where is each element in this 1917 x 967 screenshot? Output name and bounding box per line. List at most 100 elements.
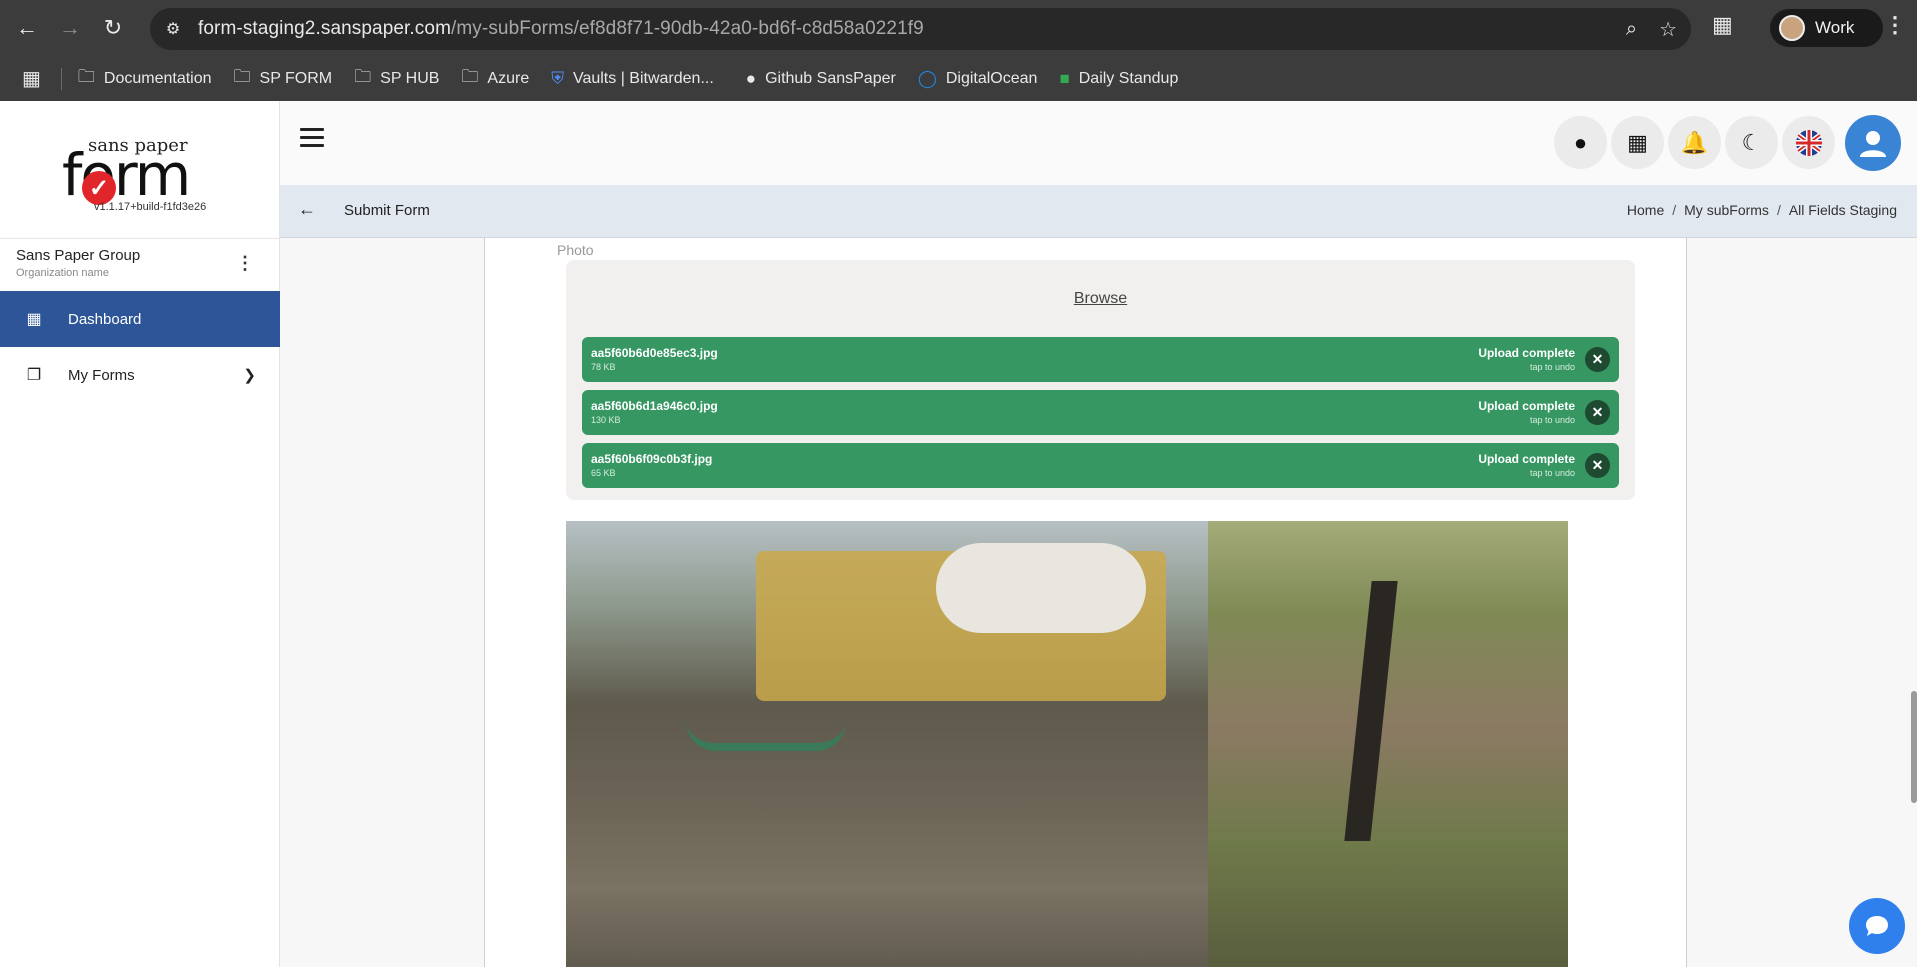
bookmark-bitwarden[interactable]: ⛨ Vaults | Bitwarden... <box>551 69 714 89</box>
undo-hint[interactable]: tap to undo <box>1530 415 1575 425</box>
page-header-bar: ← Submit Form Home / My subForms / All F… <box>280 185 1917 238</box>
documents-icon: ❐ <box>26 367 42 384</box>
folder-icon: 🗀 <box>461 67 479 86</box>
folder-icon: 🗀 <box>354 67 372 86</box>
undo-hint[interactable]: tap to undo <box>1530 362 1575 372</box>
remove-file-close-icon[interactable]: ✕ <box>1585 400 1610 425</box>
kebab-menu-icon[interactable]: ⋮ <box>236 253 254 274</box>
bookmark-label: Azure <box>487 69 530 87</box>
url-text[interactable]: form-staging2.sanspaper.com/my-subForms/… <box>198 18 924 40</box>
uploaded-file-item: aa5f60b6d1a946c0.jpg 130 KB Upload compl… <box>582 390 1619 435</box>
sidebar-item-label: Dashboard <box>68 310 142 328</box>
bookmark-documentation[interactable]: 🗀 Documentation <box>78 64 212 93</box>
page-scrollbar[interactable] <box>1911 691 1917 803</box>
breadcrumb-home[interactable]: Home <box>1627 202 1664 218</box>
site-settings-icon[interactable]: ⚙ <box>156 12 190 46</box>
hamburger-menu-icon[interactable] <box>300 128 324 148</box>
browser-menu-icon[interactable]: ⋮ <box>1884 12 1906 38</box>
reload-icon[interactable]: ↻ <box>97 12 129 44</box>
extensions-icon[interactable]: ▦ <box>1712 12 1733 38</box>
undo-hint[interactable]: tap to undo <box>1530 468 1575 478</box>
browse-link[interactable]: Browse <box>566 290 1635 308</box>
apps-grid-icon[interactable]: ▦ <box>1611 116 1664 169</box>
url-host: form-staging2.sanspaper.com <box>198 18 451 39</box>
language-flag-icon[interactable] <box>1782 116 1835 169</box>
file-name: aa5f60b6f09c0b3f.jpg <box>591 452 713 466</box>
github-icon: ● <box>745 68 757 88</box>
browser-toolbar: ← → ↻ ⚙ form-staging2.sanspaper.com/my-s… <box>0 0 1917 56</box>
photo-trench-shape <box>1344 581 1398 841</box>
organization-switcher: Sans Paper Group Organization name ⋮ <box>0 238 280 291</box>
dark-mode-moon-icon[interactable]: ☾ <box>1725 116 1778 169</box>
bookmark-star-icon[interactable]: ☆ <box>1659 17 1677 42</box>
checkmark-icon: ✓ <box>82 171 116 205</box>
apps-grid-icon[interactable]: ▦ <box>22 66 41 91</box>
breadcrumb-separator: / <box>1776 202 1781 218</box>
breadcrumb-separator: / <box>1672 202 1677 218</box>
logo-wordmark: form <box>62 141 191 209</box>
profile-button[interactable]: Work <box>1770 9 1883 47</box>
dashboard-grid-icon: ▦ <box>26 311 42 328</box>
chat-bubble-icon[interactable]: ● <box>1554 116 1607 169</box>
photo-preview-trench <box>1208 521 1568 967</box>
uploaded-file-item: aa5f60b6f09c0b3f.jpg 65 KB Upload comple… <box>582 443 1619 488</box>
bitwarden-icon: ⛨ <box>551 68 564 88</box>
zoom-icon[interactable]: ⌕ <box>1626 18 1637 41</box>
folder-icon: 🗀 <box>77 67 95 86</box>
back-arrow-icon[interactable]: ← <box>11 12 43 44</box>
bookmarks-separator <box>60 67 62 90</box>
forward-arrow-icon[interactable]: → <box>54 12 86 44</box>
page-title: Submit Form <box>344 202 430 219</box>
sidebar-item-my-forms[interactable]: ❐ My Forms ❯ <box>0 347 280 403</box>
uploaded-file-item: aa5f60b6d0e85ec3.jpg 78 KB Upload comple… <box>582 337 1619 382</box>
chevron-right-icon: ❯ <box>243 367 256 384</box>
uk-flag-icon <box>1795 129 1822 156</box>
file-name: aa5f60b6d1a946c0.jpg <box>591 399 718 413</box>
photo-field-label: Photo <box>557 242 594 258</box>
bookmark-label: SP HUB <box>380 69 440 87</box>
bookmark-label: Github SansPaper <box>765 69 896 87</box>
bookmark-github[interactable]: ● Github SansPaper <box>746 69 896 89</box>
back-arrow-icon[interactable]: ← <box>298 199 316 220</box>
breadcrumb-my-subforms[interactable]: My subForms <box>1684 202 1769 218</box>
file-name: aa5f60b6d0e85ec3.jpg <box>591 346 718 360</box>
bookmark-label: Vaults | Bitwarden... <box>572 69 714 87</box>
bookmarks-bar: ▦ 🗀 Documentation 🗀 SP FORM 🗀 SP HUB 🗀 Azure… <box>0 56 1917 101</box>
address-bar[interactable]: ⚙ form-staging2.sanspaper.com/my-subForm… <box>150 8 1691 50</box>
sidebar: sans paper form ✓ v1.1.17+build-f1fd3e26… <box>0 101 280 967</box>
user-avatar[interactable] <box>1845 115 1901 171</box>
upload-status: Upload complete <box>1478 399 1575 413</box>
bookmark-label: SP FORM <box>259 69 333 87</box>
bookmark-label: DigitalOcean <box>945 69 1038 87</box>
form-card: Photo Browse aa5f60b6d0e85ec3.jpg 78 KB … <box>484 238 1687 967</box>
bookmark-azure[interactable]: 🗀 Azure <box>461 64 529 93</box>
sidebar-item-label: My Forms <box>68 366 135 384</box>
file-size: 130 KB <box>591 415 621 425</box>
file-upload-dropzone[interactable]: Browse aa5f60b6d0e85ec3.jpg 78 KB Upload… <box>566 260 1635 500</box>
app-header: ● ▦ 🔔 ☾ <box>280 101 1917 185</box>
upload-status: Upload complete <box>1478 452 1575 466</box>
profile-name: Work <box>1815 18 1855 37</box>
bookmark-digitalocean[interactable]: ◯ DigitalOcean <box>918 69 1038 89</box>
file-size: 78 KB <box>591 362 616 372</box>
file-size: 65 KB <box>591 468 616 478</box>
organization-subtitle: Organization name <box>16 267 109 279</box>
support-chat-button[interactable] <box>1849 898 1905 954</box>
bookmark-sp-form[interactable]: 🗀 SP FORM <box>234 64 333 93</box>
app-version: v1.1.17+build-f1fd3e26 <box>94 201 207 213</box>
photo-tank-shape <box>936 543 1146 633</box>
bookmark-label: Documentation <box>103 69 212 87</box>
breadcrumb: Home / My subForms / All Fields Staging <box>1627 202 1897 218</box>
sidebar-item-dashboard[interactable]: ▦ Dashboard <box>0 291 280 347</box>
bookmark-sp-hub[interactable]: 🗀 SP HUB <box>354 64 439 93</box>
notification-bell-icon[interactable]: 🔔 <box>1668 116 1721 169</box>
remove-file-close-icon[interactable]: ✕ <box>1585 453 1610 478</box>
remove-file-close-icon[interactable]: ✕ <box>1585 347 1610 372</box>
photo-preview-drilling-rig <box>566 521 1208 967</box>
upload-status: Upload complete <box>1478 346 1575 360</box>
url-path: /my-subForms/ef8d8f71-90db-42a0-bd6f-c8d… <box>451 18 924 39</box>
app-logo[interactable]: sans paper form ✓ v1.1.17+build-f1fd3e26 <box>60 133 220 213</box>
user-icon <box>1860 131 1886 157</box>
bookmark-daily-standup[interactable]: ■ Daily Standup <box>1059 69 1178 89</box>
profile-avatar <box>1779 15 1805 41</box>
